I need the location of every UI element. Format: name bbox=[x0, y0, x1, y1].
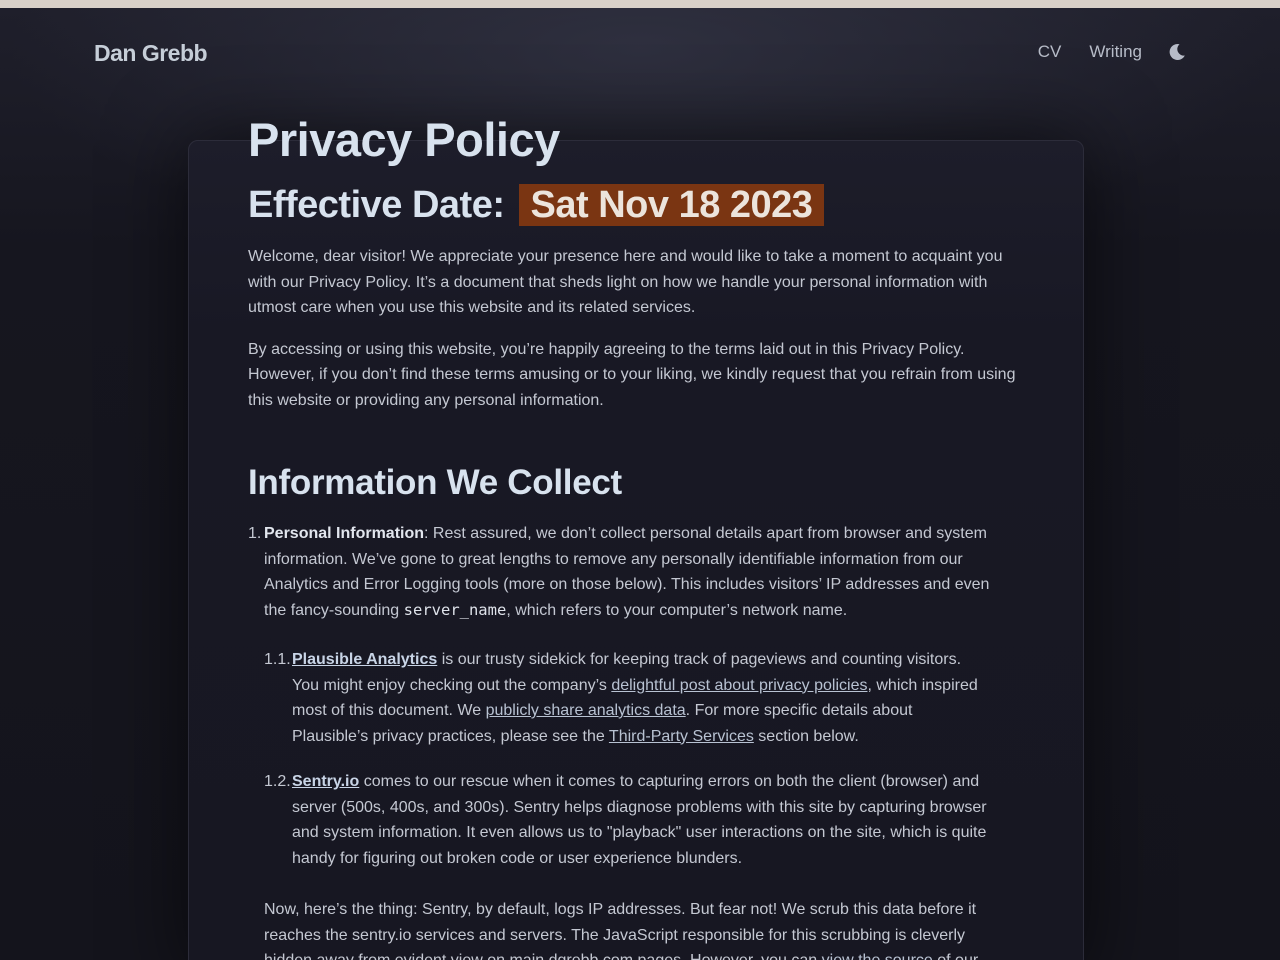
nav-link-writing[interactable]: Writing bbox=[1089, 42, 1142, 62]
intro-paragraph-2: By accessing or using this website, you’… bbox=[248, 340, 1016, 409]
sentry-link[interactable]: Sentry.io bbox=[292, 773, 359, 790]
sentry-scrub-paragraph: Now, here’s the thing: Sentry, by defaul… bbox=[264, 897, 994, 960]
list-item-personal-information: 1. Personal Information: Rest assured, w… bbox=[248, 521, 1010, 960]
third-party-services-link[interactable]: Third-Party Services bbox=[609, 728, 754, 745]
text-segment: , which refers to your computer’s networ… bbox=[506, 601, 848, 619]
site-header: Dan Grebb CV Writing bbox=[0, 8, 1280, 100]
main-content: Privacy Policy Effective Date: Sat Nov 1… bbox=[248, 108, 1028, 960]
term-personal-information: Personal Information bbox=[264, 525, 425, 542]
collected-info-list: 1. Personal Information: Rest assured, w… bbox=[248, 521, 1028, 960]
section-heading-information-we-collect: Information We Collect bbox=[248, 463, 622, 502]
effective-date-badge: Sat Nov 18 2023 bbox=[518, 184, 825, 226]
code-server-name: server_name bbox=[403, 600, 507, 619]
text-segment: section below. bbox=[753, 727, 859, 745]
list-item-text: Personal Information: Rest assured, we d… bbox=[264, 521, 1010, 623]
intro-paragraph-1: Welcome, dear visitor! We appreciate you… bbox=[248, 248, 1003, 316]
effective-date-heading: Effective Date: Sat Nov 18 2023 bbox=[248, 178, 1028, 232]
effective-date-label: Effective Date: bbox=[248, 184, 505, 226]
moon-icon[interactable] bbox=[1168, 43, 1186, 61]
analytics-data-link[interactable]: publicly share analytics data bbox=[486, 702, 686, 719]
text-segment: of our bbox=[933, 952, 978, 960]
plausible-analytics-link[interactable]: Plausible Analytics bbox=[292, 651, 437, 668]
main-nav: CV Writing bbox=[1010, 42, 1186, 62]
sub-list-number: 1.2. bbox=[264, 773, 291, 790]
sub-item-text: Sentry.io comes to our rescue when it co… bbox=[292, 769, 992, 871]
sub-item-text: Plausible Analytics is our trusty sideki… bbox=[292, 647, 992, 749]
sub-item-sentry: 1.2. Sentry.io comes to our rescue when … bbox=[264, 769, 992, 871]
page-title: Privacy Policy bbox=[248, 113, 560, 166]
text-segment: comes to our rescue when it comes to cap… bbox=[292, 773, 987, 867]
site-name-link[interactable]: Dan Grebb bbox=[94, 40, 208, 67]
nav-link-cv[interactable]: CV bbox=[1038, 42, 1062, 62]
sub-list-number: 1.1. bbox=[264, 651, 291, 668]
list-number: 1. bbox=[248, 525, 262, 542]
view-source-link[interactable]: view the source bbox=[822, 952, 933, 960]
top-accent-bar bbox=[0, 0, 1280, 8]
sub-item-plausible: 1.1. Plausible Analytics is our trusty s… bbox=[264, 647, 992, 749]
privacy-post-link[interactable]: delightful post about privacy policies bbox=[611, 677, 867, 694]
